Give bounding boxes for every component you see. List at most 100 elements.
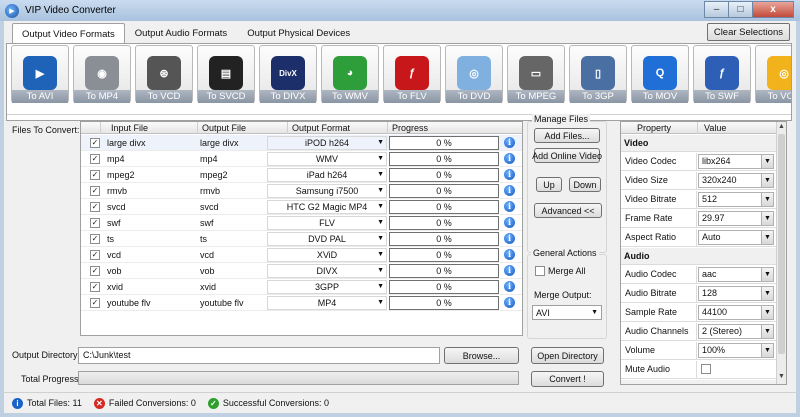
property-value-select[interactable]: 128 ▼ [698, 286, 774, 301]
merge-output-select[interactable]: AVI ▼ [532, 305, 602, 320]
table-row[interactable]: ✓ svcd svcd HTC G2 Magic MP4 ▼ 0 % i [81, 199, 522, 215]
format-button-flv[interactable]: ƒ To FLV [383, 45, 441, 103]
table-row[interactable]: ✓ large divx large divx iPOD h264 ▼ 0 % i [81, 135, 522, 151]
close-button[interactable]: x [752, 1, 794, 18]
output-format-select[interactable]: HTC G2 Magic MP4 ▼ [267, 200, 387, 214]
grid-header-format[interactable]: Output Format [288, 122, 388, 134]
info-icon[interactable]: i [504, 265, 515, 276]
tab-output-audio-formats[interactable]: Output Audio Formats [125, 23, 237, 42]
merge-all-checkbox[interactable] [535, 266, 545, 276]
output-file-cell[interactable]: mpeg2 [200, 167, 266, 183]
row-checkbox[interactable]: ✓ [90, 250, 100, 260]
output-file-cell[interactable]: rmvb [200, 183, 266, 199]
table-row[interactable]: ✓ swf swf FLV ▼ 0 % i [81, 215, 522, 231]
property-row[interactable]: Volume 100% ▼ [621, 342, 777, 360]
property-row[interactable]: Frame Rate 29.97 ▼ [621, 210, 777, 228]
property-category[interactable]: Video [621, 135, 777, 152]
format-button-vcd[interactable]: ⊛ To VCD [135, 45, 193, 103]
property-value-select[interactable]: 29.97 ▼ [698, 211, 774, 226]
input-file-cell[interactable]: xvid [107, 279, 197, 295]
format-button-dvd[interactable]: ◎ To DVD [445, 45, 503, 103]
table-row[interactable]: ✓ mp4 mp4 WMV ▼ 0 % i [81, 151, 522, 167]
output-file-cell[interactable]: large divx [200, 135, 266, 151]
scroll-up-icon[interactable]: ▲ [777, 123, 786, 133]
move-down-button[interactable]: Down [569, 177, 601, 192]
property-row[interactable]: Audio Bitrate 128 ▼ [621, 285, 777, 303]
output-file-cell[interactable]: ts [200, 231, 266, 247]
property-value-select[interactable]: libx264 ▼ [698, 154, 774, 169]
property-value-select[interactable]: 512 ▼ [698, 192, 774, 207]
property-value-select[interactable]: 44100 ▼ [698, 305, 774, 320]
info-icon[interactable]: i [504, 281, 515, 292]
input-file-cell[interactable]: large divx [107, 135, 197, 151]
move-up-button[interactable]: Up [536, 177, 562, 192]
output-file-cell[interactable]: swf [200, 215, 266, 231]
table-row[interactable]: ✓ youtube flv youtube flv MP4 ▼ 0 % i [81, 295, 522, 311]
output-format-select[interactable]: XViD ▼ [267, 248, 387, 262]
input-file-cell[interactable]: rmvb [107, 183, 197, 199]
info-icon[interactable]: i [504, 249, 515, 260]
row-checkbox[interactable]: ✓ [90, 170, 100, 180]
format-button-mp4[interactable]: ◉ To MP4 [73, 45, 131, 103]
output-format-select[interactable]: FLV ▼ [267, 216, 387, 230]
info-icon[interactable]: i [504, 137, 515, 148]
property-row[interactable]: Video Size 320x240 ▼ [621, 172, 777, 190]
property-value-select[interactable]: 2 (Stereo) ▼ [698, 324, 774, 339]
row-checkbox[interactable]: ✓ [90, 202, 100, 212]
property-row[interactable]: Video Codec libx264 ▼ [621, 153, 777, 171]
output-format-select[interactable]: iPad h264 ▼ [267, 168, 387, 182]
maximize-button[interactable]: □ [728, 1, 753, 18]
format-button-mpeg[interactable]: ▭ To MPEG [507, 45, 565, 103]
property-row[interactable]: Video Bitrate 512 ▼ [621, 191, 777, 209]
info-icon[interactable]: i [504, 233, 515, 244]
grid-header-input[interactable]: Input File [101, 122, 198, 134]
output-format-select[interactable]: MP4 ▼ [267, 296, 387, 310]
output-file-cell[interactable]: svcd [200, 199, 266, 215]
output-file-cell[interactable]: xvid [200, 279, 266, 295]
format-button-3gp[interactable]: ▯ To 3GP [569, 45, 627, 103]
output-format-select[interactable]: Samsung i7500 ▼ [267, 184, 387, 198]
clear-selections-button[interactable]: Clear Selections [706, 23, 790, 41]
property-category[interactable]: Audio [621, 248, 777, 265]
property-row[interactable]: Sample Rate 44100 ▼ [621, 304, 777, 322]
property-scrollbar[interactable]: ▲ ▼ [776, 122, 786, 384]
scroll-thumb[interactable] [778, 134, 785, 354]
property-value-select[interactable]: aac ▼ [698, 267, 774, 282]
info-icon[interactable]: i [504, 153, 515, 164]
format-button-mov[interactable]: Q To MOV [631, 45, 689, 103]
property-category[interactable]: Timing [621, 380, 777, 384]
format-button-wmv[interactable]: ◕ To WMV [321, 45, 379, 103]
input-file-cell[interactable]: ts [107, 231, 197, 247]
output-file-cell[interactable]: youtube flv [200, 295, 266, 311]
info-icon[interactable]: i [504, 297, 515, 308]
row-checkbox[interactable]: ✓ [90, 298, 100, 308]
row-checkbox[interactable]: ✓ [90, 138, 100, 148]
row-checkbox[interactable]: ✓ [90, 282, 100, 292]
browse-button[interactable]: Browse... [444, 347, 519, 364]
tab-output-physical-devices[interactable]: Output Physical Devices [237, 23, 360, 42]
output-format-select[interactable]: DIVX ▼ [267, 264, 387, 278]
input-file-cell[interactable]: vcd [107, 247, 197, 263]
table-row[interactable]: ✓ rmvb rmvb Samsung i7500 ▼ 0 % i [81, 183, 522, 199]
input-file-cell[interactable]: mpeg2 [107, 167, 197, 183]
add-files-button[interactable]: Add Files... [534, 128, 600, 143]
table-row[interactable]: ✓ vcd vcd XViD ▼ 0 % i [81, 247, 522, 263]
advanced-button[interactable]: Advanced << [534, 203, 602, 218]
output-format-select[interactable]: 3GPP ▼ [267, 280, 387, 294]
tab-output-video-formats[interactable]: Output Video Formats [12, 23, 125, 44]
output-directory-input[interactable]: C:\Junk\test [78, 347, 440, 364]
property-row[interactable]: Mute Audio [621, 361, 777, 379]
scroll-down-icon[interactable]: ▼ [777, 373, 786, 383]
output-format-select[interactable]: iPOD h264 ▼ [267, 136, 387, 150]
info-icon[interactable]: i [504, 217, 515, 228]
minimize-button[interactable]: – [704, 1, 729, 18]
property-row[interactable]: Aspect Ratio Auto ▼ [621, 229, 777, 247]
row-checkbox[interactable]: ✓ [90, 234, 100, 244]
format-button-vob[interactable]: ◎To VOB [755, 45, 791, 103]
output-file-cell[interactable]: vcd [200, 247, 266, 263]
table-row[interactable]: ✓ mpeg2 mpeg2 iPad h264 ▼ 0 % i [81, 167, 522, 183]
convert-button[interactable]: Convert ! [531, 371, 604, 387]
table-row[interactable]: ✓ xvid xvid 3GPP ▼ 0 % i [81, 279, 522, 295]
property-row[interactable]: Audio Channels 2 (Stereo) ▼ [621, 323, 777, 341]
info-icon[interactable]: i [504, 185, 515, 196]
